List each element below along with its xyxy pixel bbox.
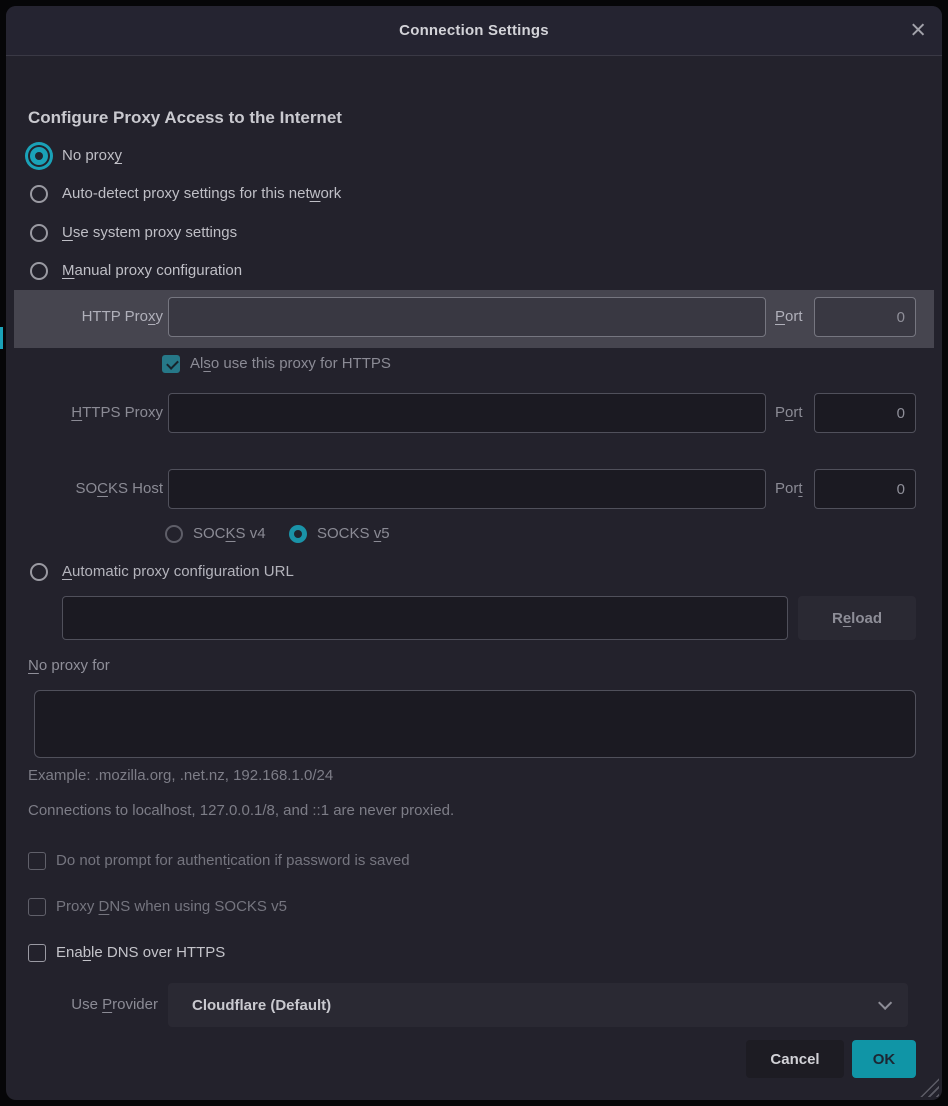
https-port-label: Port [775, 403, 803, 423]
radio-manual-proxy[interactable] [30, 262, 48, 280]
left-edge-accent-mark [0, 327, 3, 349]
socks-host-label: SOCKS Host [6, 479, 163, 499]
https-proxy-input[interactable] [168, 393, 766, 433]
also-https-label[interactable]: Also use this proxy for HTTPS [190, 354, 391, 374]
cancel-button[interactable]: Cancel [746, 1040, 844, 1078]
also-https-checkbox[interactable] [162, 355, 180, 373]
enable-doh-label[interactable]: Enable DNS over HTTPS [56, 943, 225, 963]
provider-dropdown[interactable]: Cloudflare (Default) [168, 983, 908, 1027]
reload-button[interactable]: Reload [798, 596, 916, 640]
radio-socks-v5-label[interactable]: SOCKS v5 [317, 524, 390, 544]
http-proxy-label: HTTP Proxy [6, 307, 163, 327]
http-port-input[interactable] [814, 297, 916, 337]
radio-socks-v4[interactable] [165, 525, 183, 543]
ok-button[interactable]: OK [852, 1040, 916, 1078]
auto-url-input[interactable] [62, 596, 788, 640]
radio-socks-v4-label[interactable]: SOCKS v4 [193, 524, 266, 544]
https-proxy-label: HTTPS Proxy [6, 403, 163, 423]
socks-host-input[interactable] [168, 469, 766, 509]
http-port-label: Port [775, 307, 803, 327]
dialog-title: Connection Settings [399, 22, 549, 39]
radio-no-proxy[interactable] [30, 147, 48, 165]
dialog-titlebar: Connection Settings × [6, 6, 942, 56]
no-prompt-auth-label[interactable]: Do not prompt for authentication if pass… [56, 851, 410, 871]
https-port-input[interactable] [814, 393, 916, 433]
no-proxy-for-label: No proxy for [28, 656, 110, 676]
use-provider-label: Use Provider [6, 995, 158, 1015]
connection-settings-dialog: Connection Settings × Configure Proxy Ac… [6, 6, 942, 1100]
chevron-down-icon [878, 996, 892, 1010]
no-proxy-example-text: Example: .mozilla.org, .net.nz, 192.168.… [28, 766, 333, 786]
localhost-note-text: Connections to localhost, 127.0.0.1/8, a… [28, 801, 454, 821]
radio-socks-v5[interactable] [289, 525, 307, 543]
radio-auto-url[interactable] [30, 563, 48, 581]
radio-auto-detect-label[interactable]: Auto-detect proxy settings for this netw… [62, 184, 341, 204]
resize-grip[interactable] [919, 1077, 939, 1097]
socks-port-input[interactable] [814, 469, 916, 509]
section-heading: Configure Proxy Access to the Internet [28, 108, 342, 128]
radio-manual-proxy-label[interactable]: Manual proxy configuration [62, 261, 242, 281]
radio-auto-detect[interactable] [30, 185, 48, 203]
socks-port-label: Port [775, 479, 803, 499]
radio-auto-url-label[interactable]: Automatic proxy configuration URL [62, 562, 294, 582]
radio-system-proxy-label[interactable]: Use system proxy settings [62, 223, 237, 243]
no-proxy-for-textarea[interactable] [34, 690, 916, 758]
http-proxy-input[interactable] [168, 297, 766, 337]
radio-system-proxy[interactable] [30, 224, 48, 242]
proxy-dns-label[interactable]: Proxy DNS when using SOCKS v5 [56, 897, 287, 917]
provider-dropdown-value: Cloudflare (Default) [192, 997, 878, 1014]
close-icon[interactable]: × [910, 16, 926, 43]
enable-doh-checkbox[interactable] [28, 944, 46, 962]
proxy-dns-checkbox[interactable] [28, 898, 46, 916]
radio-no-proxy-label[interactable]: No proxy [62, 146, 122, 166]
no-prompt-auth-checkbox[interactable] [28, 852, 46, 870]
